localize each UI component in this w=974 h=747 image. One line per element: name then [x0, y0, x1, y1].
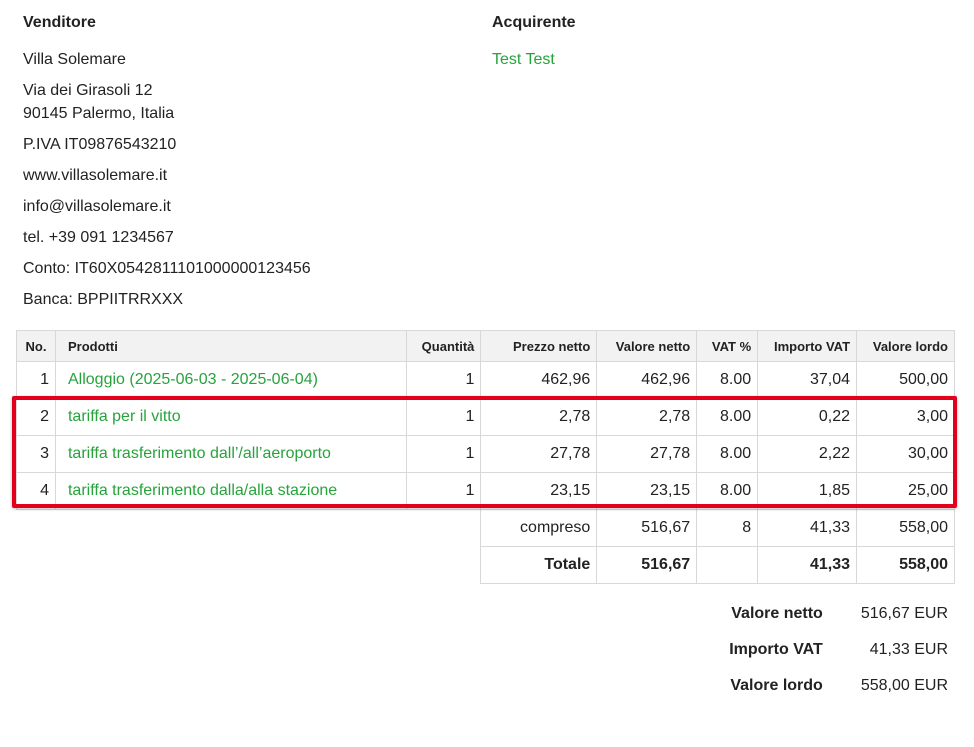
total-net-value: 516,67 [596, 546, 698, 584]
table-row: 2 tariffa per il vitto 1 2,78 2,78 8.00 … [16, 398, 955, 436]
row-quantity: 1 [406, 361, 482, 399]
invoice-items-table: No. Prodotti Quantità Prezzo netto Valor… [16, 330, 955, 584]
header-vat-percent: VAT % [696, 330, 759, 362]
table-row: 3 tariffa trasferimento dall’/all’aeropo… [16, 435, 955, 473]
row-net-value: 23,15 [596, 472, 698, 510]
header-net-price: Prezzo netto [480, 330, 598, 362]
total-row: Totale 516,67 41,33 558,00 [17, 546, 955, 584]
seller-street: Via dei Girasoli 12 [23, 82, 153, 99]
seller-vat-number: P.IVA IT09876543210 [23, 136, 177, 153]
summary-vat-label: Importo VAT [729, 641, 823, 658]
total-gross-value: 558,00 [856, 546, 955, 584]
product-link[interactable]: tariffa trasferimento dall’/all’aeroport… [54, 435, 408, 473]
row-vat-percent: 8.00 [696, 435, 759, 473]
row-vat-percent: 8.00 [696, 398, 759, 436]
seller-name: Villa Solemare [23, 51, 126, 68]
seller-bank-account: Conto: IT60X0542811101000000123456 [23, 260, 311, 277]
summary-net-label: Valore netto [731, 605, 823, 622]
included-vat-amount: 41,33 [757, 509, 858, 547]
header-products: Prodotti [54, 330, 408, 362]
summary-net-value: 516,67 EUR [860, 605, 948, 622]
row-vat-percent: 8.00 [696, 472, 759, 510]
product-link[interactable]: tariffa per il vitto [54, 398, 408, 436]
summary-vat-row: Importo VAT 41,33 EUR [729, 632, 948, 668]
row-net-value: 462,96 [596, 361, 698, 399]
seller-city: 90145 Palermo, Italia [23, 105, 175, 122]
buyer-heading: Acquirente [492, 14, 576, 31]
header-no: No. [16, 330, 56, 362]
summary-vat-value: 41,33 EUR [869, 641, 948, 658]
row-quantity: 1 [406, 398, 482, 436]
summary-gross-label: Valore lordo [730, 677, 823, 694]
row-no: 1 [16, 361, 56, 399]
header-net-value: Valore netto [596, 330, 698, 362]
row-net-price: 2,78 [480, 398, 598, 436]
row-quantity: 1 [406, 435, 482, 473]
header-vat-amount: Importo VAT [757, 330, 858, 362]
row-vat-amount: 1,85 [757, 472, 858, 510]
included-net-value: 516,67 [596, 509, 698, 547]
row-gross-value: 3,00 [856, 398, 955, 436]
total-vat-percent [696, 546, 759, 584]
summary-gross-value: 558,00 EUR [860, 677, 948, 694]
row-net-price: 462,96 [480, 361, 598, 399]
seller-website: www.villasolemare.it [23, 167, 168, 184]
seller-section: Venditore Villa Solemare Via dei Girasol… [23, 12, 311, 311]
row-gross-value: 25,00 [856, 472, 955, 510]
row-net-value: 27,78 [596, 435, 698, 473]
row-net-price: 27,78 [480, 435, 598, 473]
seller-heading: Venditore [23, 14, 96, 31]
row-net-value: 2,78 [596, 398, 698, 436]
seller-email: info@villasolemare.it [23, 198, 171, 215]
row-gross-value: 30,00 [856, 435, 955, 473]
total-vat-amount: 41,33 [757, 546, 858, 584]
row-vat-percent: 8.00 [696, 361, 759, 399]
included-label: compreso [480, 509, 598, 547]
table-row: 1 Alloggio (2025-06-03 - 2025-06-04) 1 4… [16, 361, 955, 399]
row-quantity: 1 [406, 472, 482, 510]
total-label: Totale [480, 546, 598, 584]
buyer-section: Acquirente Test Test [492, 12, 576, 71]
header-gross-value: Valore lordo [856, 330, 955, 362]
table-row: 4 tariffa trasferimento dalla/alla stazi… [16, 472, 955, 510]
summary-net-row: Valore netto 516,67 EUR [729, 596, 948, 632]
seller-bank-code: Banca: BPPIITRRXXX [23, 291, 184, 308]
row-vat-amount: 0,22 [757, 398, 858, 436]
row-no: 3 [16, 435, 56, 473]
row-net-price: 23,15 [480, 472, 598, 510]
row-vat-amount: 37,04 [757, 361, 858, 399]
product-link[interactable]: tariffa trasferimento dalla/alla stazion… [54, 472, 408, 510]
seller-phone: tel. +39 091 1234567 [23, 229, 174, 246]
header-quantity: Quantità [406, 330, 482, 362]
table-header-row: No. Prodotti Quantità Prezzo netto Valor… [16, 330, 955, 362]
included-row: compreso 516,67 8 41,33 558,00 [17, 509, 955, 547]
included-vat-percent: 8 [696, 509, 759, 547]
buyer-name-link[interactable]: Test Test [492, 48, 576, 71]
row-gross-value: 500,00 [856, 361, 955, 399]
row-no: 2 [16, 398, 56, 436]
included-gross-value: 558,00 [856, 509, 955, 547]
product-link[interactable]: Alloggio (2025-06-03 - 2025-06-04) [54, 361, 408, 399]
summary-gross-row: Valore lordo 558,00 EUR [729, 668, 948, 704]
summary-table: Valore netto 516,67 EUR Importo VAT 41,3… [729, 596, 948, 704]
row-vat-amount: 2,22 [757, 435, 858, 473]
row-no: 4 [16, 472, 56, 510]
